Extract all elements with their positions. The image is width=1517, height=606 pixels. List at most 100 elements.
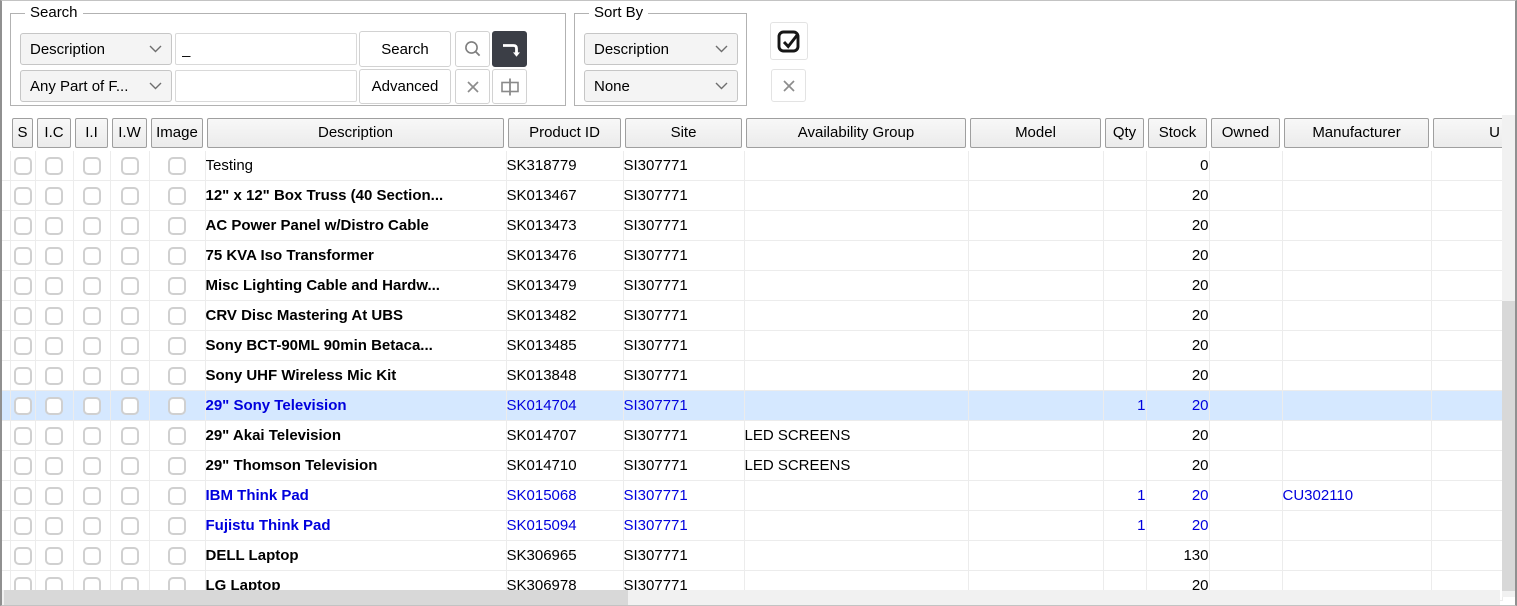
- checkbox-ic[interactable]: [45, 487, 63, 505]
- checkbox-s[interactable]: [14, 277, 32, 295]
- search-icon-button[interactable]: [455, 31, 490, 67]
- checkbox-ic[interactable]: [45, 157, 63, 175]
- checkbox-iw[interactable]: [121, 187, 139, 205]
- vertical-scrollbar-thumb[interactable]: [1502, 301, 1516, 591]
- checkbox-ic[interactable]: [45, 277, 63, 295]
- table-row[interactable]: AC Power Panel w/Distro CableSK013473SI3…: [2, 211, 1502, 241]
- checkbox-ii[interactable]: [83, 247, 101, 265]
- checkbox-ii[interactable]: [83, 307, 101, 325]
- table-row[interactable]: 29" Akai TelevisionSK014707SI307771LED S…: [2, 421, 1502, 451]
- checkbox-image[interactable]: [168, 517, 186, 535]
- checkbox-iw[interactable]: [121, 427, 139, 445]
- checkbox-ii[interactable]: [83, 217, 101, 235]
- checkbox-image[interactable]: [168, 187, 186, 205]
- checkbox-s[interactable]: [14, 157, 32, 175]
- checkbox-image[interactable]: [168, 337, 186, 355]
- checkbox-s[interactable]: [14, 457, 32, 475]
- checkbox-image[interactable]: [168, 457, 186, 475]
- checkbox-ic[interactable]: [45, 337, 63, 355]
- clear-search-button[interactable]: [455, 69, 490, 104]
- clear-selection-button[interactable]: [771, 69, 806, 102]
- table-row[interactable]: Misc Lighting Cable and Hardw...SK013479…: [2, 271, 1502, 301]
- checkbox-ic[interactable]: [45, 307, 63, 325]
- horizontal-scrollbar-thumb[interactable]: [4, 590, 628, 605]
- checkbox-iw[interactable]: [121, 397, 139, 415]
- checkbox-image[interactable]: [168, 397, 186, 415]
- apply-search-button[interactable]: [492, 31, 527, 67]
- search-field-dropdown[interactable]: Description: [20, 33, 172, 65]
- table-row[interactable]: Sony BCT-90ML 90min Betaca...SK013485SI3…: [2, 331, 1502, 361]
- checkbox-iw[interactable]: [121, 217, 139, 235]
- checkbox-ii[interactable]: [83, 157, 101, 175]
- table-row[interactable]: Sony UHF Wireless Mic KitSK013848SI30777…: [2, 361, 1502, 391]
- checkbox-s[interactable]: [14, 427, 32, 445]
- column-header-model[interactable]: Model: [968, 115, 1103, 151]
- checkbox-iw[interactable]: [121, 547, 139, 565]
- column-header-u[interactable]: U: [1431, 115, 1502, 151]
- table-row[interactable]: DELL LaptopSK306965SI307771130: [2, 541, 1502, 571]
- checkbox-ic[interactable]: [45, 547, 63, 565]
- checkbox-s[interactable]: [14, 187, 32, 205]
- checkbox-iw[interactable]: [121, 277, 139, 295]
- table-row[interactable]: 12" x 12" Box Truss (40 Section...SK0134…: [2, 181, 1502, 211]
- field-compare-button[interactable]: [492, 69, 527, 104]
- table-row[interactable]: TestingSK318779SI3077710: [2, 151, 1502, 181]
- column-header-qty[interactable]: Qty: [1103, 115, 1146, 151]
- checkbox-s[interactable]: [14, 517, 32, 535]
- checkbox-s[interactable]: [14, 487, 32, 505]
- checkbox-image[interactable]: [168, 367, 186, 385]
- checkbox-s[interactable]: [14, 247, 32, 265]
- checkbox-image[interactable]: [168, 217, 186, 235]
- search-match-dropdown[interactable]: Any Part of F...: [20, 70, 172, 102]
- table-row[interactable]: 75 KVA Iso TransformerSK013476SI30777120: [2, 241, 1502, 271]
- column-header-description[interactable]: Description: [205, 115, 506, 151]
- column-header-iw[interactable]: I.W: [110, 115, 149, 151]
- checkbox-iw[interactable]: [121, 157, 139, 175]
- checkbox-iw[interactable]: [121, 487, 139, 505]
- checkbox-image[interactable]: [168, 307, 186, 325]
- checkbox-iw[interactable]: [121, 247, 139, 265]
- checkbox-image[interactable]: [168, 427, 186, 445]
- search-input[interactable]: [175, 33, 357, 65]
- checkbox-ic[interactable]: [45, 457, 63, 475]
- checkbox-image[interactable]: [168, 247, 186, 265]
- checkbox-ii[interactable]: [83, 427, 101, 445]
- horizontal-scrollbar[interactable]: [2, 590, 1500, 605]
- checkbox-ii[interactable]: [83, 547, 101, 565]
- table-row[interactable]: 29" Sony TelevisionSK014704SI307771120: [2, 391, 1502, 421]
- column-header-owned[interactable]: Owned: [1209, 115, 1282, 151]
- checkbox-image[interactable]: [168, 547, 186, 565]
- checkbox-ic[interactable]: [45, 517, 63, 535]
- checkbox-ii[interactable]: [83, 337, 101, 355]
- column-header-manufacturer[interactable]: Manufacturer: [1282, 115, 1431, 151]
- checkbox-s[interactable]: [14, 307, 32, 325]
- checkbox-s[interactable]: [14, 217, 32, 235]
- checkbox-image[interactable]: [168, 157, 186, 175]
- table-row[interactable]: CRV Disc Mastering At UBSSK013482SI30777…: [2, 301, 1502, 331]
- column-header-ic[interactable]: I.C: [35, 115, 73, 151]
- checkbox-image[interactable]: [168, 277, 186, 295]
- checkbox-iw[interactable]: [121, 307, 139, 325]
- checkbox-ii[interactable]: [83, 187, 101, 205]
- column-header-s[interactable]: S: [10, 115, 35, 151]
- checkbox-iw[interactable]: [121, 367, 139, 385]
- sort-secondary-dropdown[interactable]: None: [584, 70, 738, 102]
- checkbox-ii[interactable]: [83, 517, 101, 535]
- search-button[interactable]: Search: [359, 31, 451, 67]
- column-header-productid[interactable]: Product ID: [506, 115, 623, 151]
- checkbox-iw[interactable]: [121, 337, 139, 355]
- column-header-availabilitygroup[interactable]: Availability Group: [744, 115, 968, 151]
- checkbox-ic[interactable]: [45, 187, 63, 205]
- column-header-stock[interactable]: Stock: [1146, 115, 1209, 151]
- checkbox-iw[interactable]: [121, 517, 139, 535]
- checkbox-s[interactable]: [14, 547, 32, 565]
- table-row[interactable]: Fujistu Think PadSK015094SI307771120: [2, 511, 1502, 541]
- table-row[interactable]: 29" Thomson TelevisionSK014710SI307771LE…: [2, 451, 1502, 481]
- sort-primary-dropdown[interactable]: Description: [584, 33, 738, 65]
- select-all-button[interactable]: [770, 22, 808, 60]
- checkbox-s[interactable]: [14, 337, 32, 355]
- search-input-secondary[interactable]: [175, 70, 357, 102]
- checkbox-s[interactable]: [14, 397, 32, 415]
- column-header-image[interactable]: Image: [149, 115, 205, 151]
- column-header-site[interactable]: Site: [623, 115, 744, 151]
